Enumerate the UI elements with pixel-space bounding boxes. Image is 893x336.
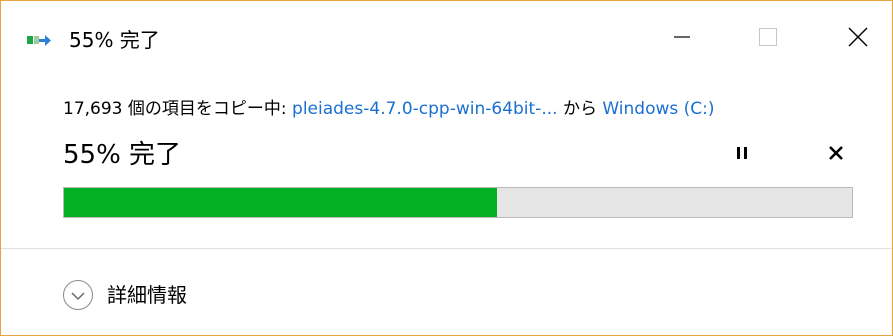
details-circle: [63, 280, 93, 310]
minimize-icon: [674, 29, 690, 49]
from-text: から: [557, 99, 603, 119]
close-icon: [848, 27, 868, 51]
progress-bar: [63, 187, 853, 218]
maximize-button[interactable]: [745, 19, 791, 59]
source-link[interactable]: pleiades-4.7.0-cpp-win-64bit-...: [292, 99, 558, 119]
copy-progress-icon: [27, 33, 51, 49]
more-details-toggle[interactable]: 詳細情報: [63, 273, 187, 317]
chevron-down-icon: [71, 286, 85, 305]
close-button[interactable]: [835, 19, 881, 59]
details-label: 詳細情報: [107, 283, 187, 307]
item-count-text: 17,693 個の項目をコピー中:: [63, 99, 293, 119]
progress-bar-fill: [64, 188, 498, 217]
title-bar[interactable]: 55% 完了: [1, 1, 892, 79]
pause-button[interactable]: [727, 141, 757, 169]
maximize-icon: [759, 28, 777, 50]
copy-progress-dialog: 55% 完了 17,693 個の項目をコピー中: pleiades-4.7.0-…: [0, 0, 893, 336]
cancel-button[interactable]: [821, 141, 851, 169]
minimize-button[interactable]: [659, 19, 705, 59]
percent-complete-label: 55% 完了: [63, 140, 182, 170]
window-title: 55% 完了: [69, 28, 160, 52]
cancel-icon: [828, 145, 844, 165]
copy-status-line: 17,693 個の項目をコピー中: pleiades-4.7.0-cpp-win…: [63, 97, 715, 121]
pause-icon: [735, 145, 749, 165]
divider: [1, 248, 892, 249]
destination-link[interactable]: Windows (C:): [602, 99, 714, 119]
